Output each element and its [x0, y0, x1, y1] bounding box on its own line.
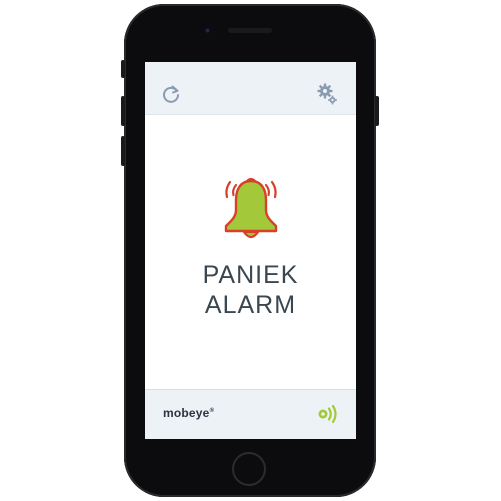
app-screen: PANIEK ALARM mobeye® [145, 62, 356, 439]
volume-up-button [121, 96, 125, 126]
volume-down-button [121, 136, 125, 166]
brand-name: mobeye [163, 406, 210, 420]
gear-icon[interactable] [316, 82, 338, 106]
mute-switch [121, 60, 125, 78]
brand-logo: mobeye® [163, 406, 214, 420]
earpiece-speaker [228, 28, 272, 33]
ringing-bell-icon [224, 177, 278, 239]
home-button[interactable] [232, 452, 266, 486]
refresh-icon[interactable] [161, 84, 181, 104]
front-camera [204, 27, 211, 34]
power-button [375, 96, 379, 126]
alarm-title-line-2[interactable]: ALARM [145, 291, 356, 320]
brand-mark: ® [209, 408, 215, 414]
bottom-bar: mobeye® [145, 389, 356, 439]
top-bar [145, 62, 356, 115]
wireless-signal-icon[interactable] [316, 404, 340, 424]
alarm-title-line-1[interactable]: PANIEK [145, 261, 356, 290]
